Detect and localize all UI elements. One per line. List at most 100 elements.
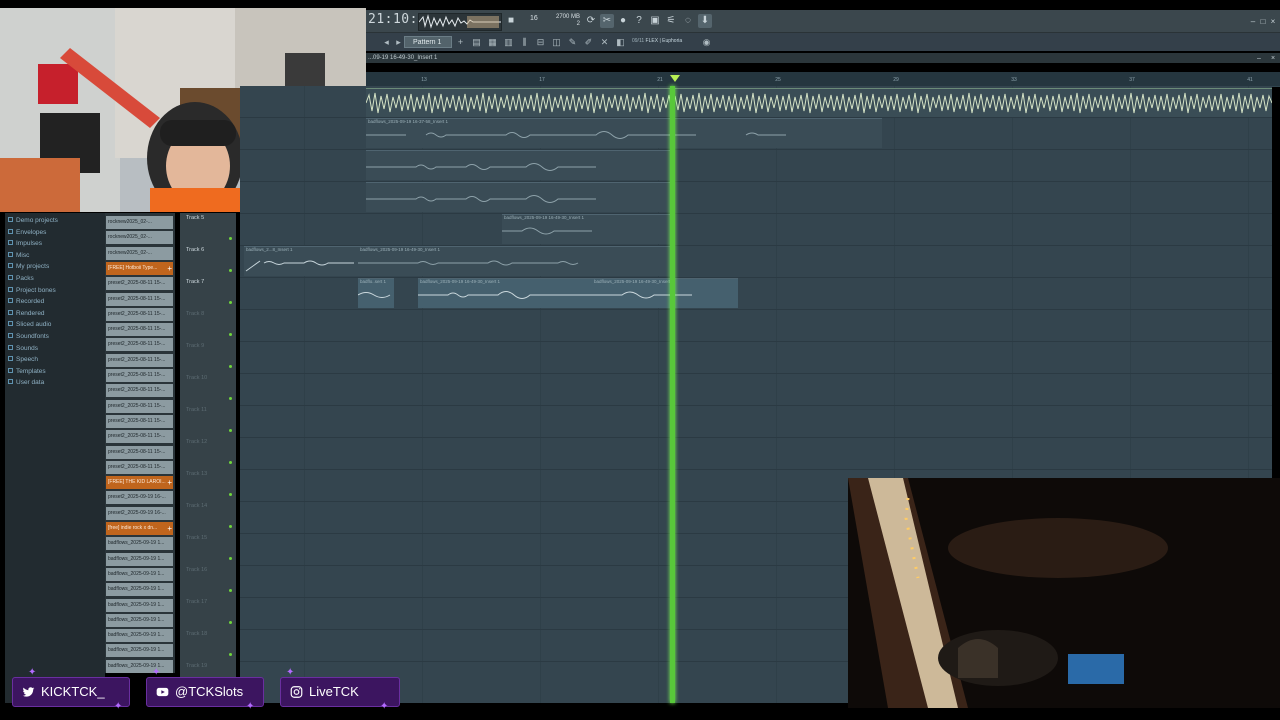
- audio-clip[interactable]: [366, 150, 670, 180]
- track-name[interactable]: Track 15: [186, 535, 207, 541]
- playlist-close-icon[interactable]: ×: [1266, 52, 1280, 66]
- cut-icon[interactable]: ✂: [600, 14, 614, 28]
- help-icon[interactable]: ?: [632, 14, 646, 28]
- track-mute-led[interactable]: [229, 333, 232, 336]
- close-icon[interactable]: ×: [1266, 15, 1280, 29]
- add-icon[interactable]: +: [167, 522, 172, 535]
- track-mute-led[interactable]: [229, 589, 232, 592]
- file-item[interactable]: preset2_2025-08-11 15-...: [106, 430, 173, 444]
- browser-item[interactable]: Speech: [8, 356, 38, 363]
- browser-item[interactable]: Packs: [8, 275, 34, 282]
- chat-icon[interactable]: ◌: [681, 14, 695, 28]
- file-item[interactable]: preset2_2025-08-11 15-...: [106, 384, 173, 398]
- pencil-tool-icon[interactable]: ✎: [566, 36, 579, 48]
- playhead-line[interactable]: [670, 86, 675, 703]
- file-item[interactable]: badflows_2025-09-19 1...: [106, 537, 173, 551]
- file-item[interactable]: preset2_2025-08-11 15-...: [106, 445, 173, 459]
- file-item[interactable]: rocknew2025_02-...: [106, 231, 173, 245]
- file-item[interactable]: badflows_2025-09-19 1...: [106, 567, 173, 581]
- track-name[interactable]: Track 9: [186, 343, 204, 349]
- playlist-view-icon[interactable]: ▤: [470, 36, 483, 48]
- browser-item[interactable]: Templates: [8, 367, 46, 375]
- audio-clip[interactable]: badflows_2...8_Insert 1: [244, 246, 358, 276]
- file-item[interactable]: badflows_2025-09-19 1...: [106, 629, 173, 643]
- file-item[interactable]: [FREE] THE KID LAROI... +: [106, 476, 173, 490]
- file-item[interactable]: badflows_2025-09-19 1...: [106, 598, 173, 612]
- file-item[interactable]: [free] indie rock x dn... +: [106, 522, 173, 535]
- mixer-view-icon[interactable]: ⫼: [518, 36, 531, 48]
- browser-item[interactable]: My projects: [8, 263, 49, 270]
- track-mute-led[interactable]: [229, 493, 232, 496]
- file-item[interactable]: preset2_2025-08-11 15-...: [106, 399, 173, 413]
- metronome-icon[interactable]: ⟳: [584, 14, 598, 28]
- pattern-selector[interactable]: Pattern 1: [404, 36, 452, 48]
- track-mute-led[interactable]: [229, 653, 232, 656]
- file-item[interactable]: preset2_2025-08-11 15-...: [106, 369, 173, 382]
- browser-item[interactable]: Project bones: [8, 286, 56, 294]
- file-item[interactable]: preset2_2025-08-11 15-...: [106, 292, 173, 306]
- audio-clip[interactable]: [366, 182, 670, 212]
- timeline-ruler[interactable]: [366, 72, 1280, 87]
- track-name[interactable]: Track 7: [186, 279, 204, 285]
- browser-view-icon[interactable]: ⊟: [534, 36, 547, 48]
- file-item[interactable]: rocknew2025_02-...: [106, 216, 173, 229]
- track-name[interactable]: Track 5: [186, 215, 204, 221]
- track-name[interactable]: Track 14: [186, 503, 207, 509]
- add-pattern-icon[interactable]: +: [454, 36, 467, 48]
- file-item[interactable]: preset2_2025-08-11 15-...: [106, 323, 173, 337]
- file-item[interactable]: badflows_2025-09-19 1...: [106, 659, 173, 673]
- track-mute-led[interactable]: [229, 365, 232, 368]
- track-mute-led[interactable]: [229, 429, 232, 432]
- browser-item[interactable]: User data: [8, 379, 44, 386]
- track-name[interactable]: Track 11: [186, 407, 207, 413]
- plugin-icon[interactable]: ◫: [550, 36, 563, 48]
- brush-tool-icon[interactable]: ✐: [582, 36, 595, 48]
- file-item[interactable]: rocknew2025_02-...: [106, 246, 173, 260]
- track-name[interactable]: Track 12: [186, 439, 207, 445]
- file-item[interactable]: preset2_2025-08-11 15-...: [106, 307, 173, 321]
- play-stop-icon[interactable]: ■: [504, 14, 518, 28]
- track-name[interactable]: Track 18: [186, 631, 207, 637]
- track-mute-led[interactable]: [229, 461, 232, 464]
- file-item[interactable]: preset2_2025-08-11 15-...: [106, 353, 173, 367]
- track-mute-led[interactable]: [229, 237, 232, 240]
- mute-tool-icon[interactable]: ◧: [614, 36, 627, 48]
- track-name[interactable]: Track 6: [186, 247, 204, 253]
- online-status-icon[interactable]: ◉: [700, 36, 713, 48]
- file-item[interactable]: badflows_2025-09-19 1...: [106, 552, 173, 566]
- add-icon[interactable]: +: [167, 476, 172, 489]
- playlist-minimize-icon[interactable]: –: [1252, 52, 1266, 66]
- track-mute-led[interactable]: [229, 621, 232, 624]
- file-item[interactable]: preset2_2025-09-19 16-...: [106, 491, 173, 505]
- browser-item[interactable]: Rendered: [8, 309, 45, 317]
- browser-item[interactable]: Sounds: [8, 344, 38, 352]
- track-mute-led[interactable]: [229, 269, 232, 272]
- file-item[interactable]: preset2_2025-08-11 15-...: [106, 414, 173, 428]
- browser-item[interactable]: Misc: [8, 251, 29, 259]
- track-mute-led[interactable]: [229, 397, 232, 400]
- track-mute-led[interactable]: [229, 301, 232, 304]
- track-name[interactable]: Track 13: [186, 471, 207, 477]
- playhead-marker[interactable]: [670, 75, 680, 82]
- file-item[interactable]: badflows_2025-09-19 1...: [106, 644, 173, 658]
- audio-clip[interactable]: badflo..sert 1: [358, 278, 394, 308]
- channel-rack-icon[interactable]: ▥: [502, 36, 515, 48]
- audio-clip[interactable]: badflows_2025-09-19 16-37-58_Insert 1: [366, 118, 882, 148]
- track-name[interactable]: Track 17: [186, 599, 207, 605]
- browser-item[interactable]: Sliced audio: [8, 321, 51, 328]
- file-item[interactable]: preset2_2025-08-11 15-...: [106, 277, 173, 291]
- audio-clip[interactable]: badflows_2025-09-19 16-49-30_Insert 1: [502, 214, 670, 244]
- browser-item[interactable]: Envelopes: [8, 228, 46, 236]
- track-name[interactable]: Track 16: [186, 567, 207, 573]
- track-name[interactable]: Track 19: [186, 663, 207, 669]
- tempo-display[interactable]: 16: [530, 15, 538, 22]
- mixer-icon[interactable]: ⚟: [664, 14, 678, 28]
- master-waveform-clip[interactable]: [365, 88, 1273, 117]
- track-name[interactable]: Track 10: [186, 375, 207, 381]
- audio-clip[interactable]: badflows_2025-09-19 16-49-30_Insert 1: [358, 246, 670, 276]
- track-mute-led[interactable]: [229, 525, 232, 528]
- download-icon[interactable]: ⬇: [698, 14, 712, 28]
- save-icon[interactable]: ▣: [648, 14, 662, 28]
- file-item[interactable]: badflows_2025-09-19 1...: [106, 583, 173, 597]
- browser-item[interactable]: Demo projects: [8, 217, 58, 224]
